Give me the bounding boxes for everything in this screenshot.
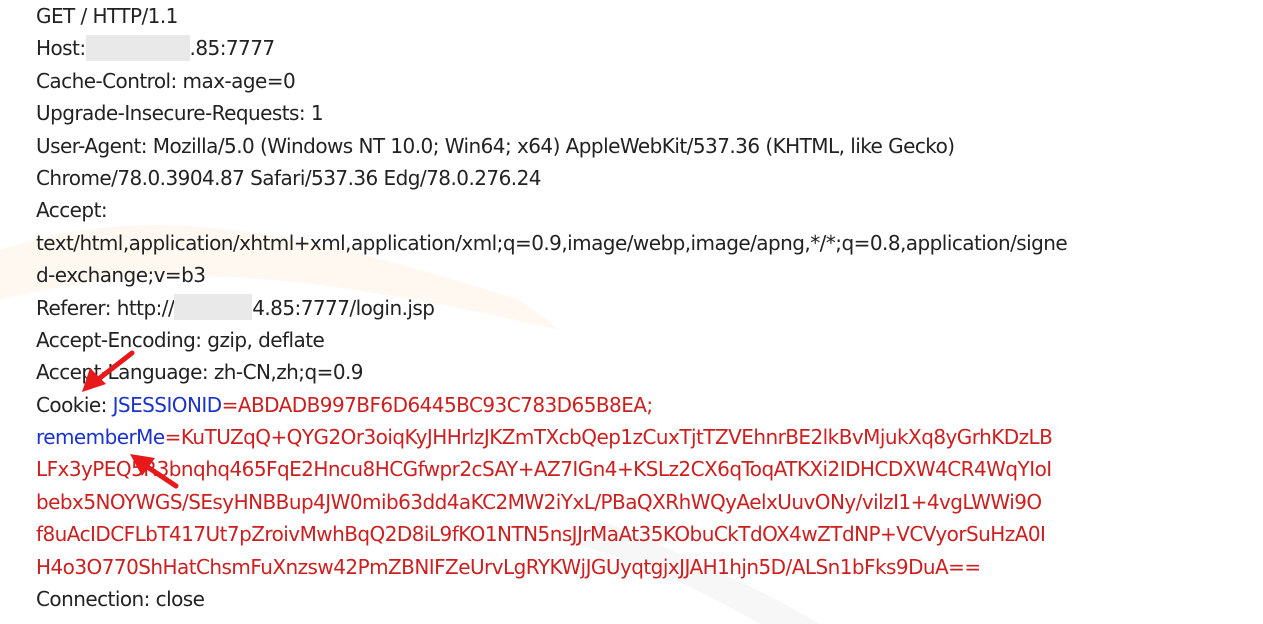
referer-header: Referer: http:// 4.85:7777/login.jsp — [36, 292, 1186, 324]
rememberme-name: rememberMe — [36, 425, 165, 450]
upgrade-insecure-header: Upgrade-Insecure-Requests: 1 — [36, 101, 324, 126]
user-agent-header: User-Agent: Mozilla/5.0 (Windows NT 10.0… — [36, 133, 955, 158]
referer-key: Referer: http:// — [36, 295, 175, 320]
accept-encoding-header: Accept-Encoding: gzip, deflate — [36, 327, 325, 352]
cache-control-header: Cache-Control: max-age=0 — [36, 68, 296, 93]
connection-header: Connection: close — [36, 587, 205, 612]
referer-value: 4.85:7777/login.jsp — [252, 295, 435, 320]
rememberme-value-continuation: f8uAcIDCFLbT417Ut7pZroivMwhBqQ2D8iL9fKO1… — [36, 522, 1046, 547]
user-agent-continuation: Chrome/78.0.3904.87 Safari/537.36 Edg/78… — [36, 165, 541, 190]
rememberme-value: =KuTUZqQ+QYG2Or3oiqKyJHHrlzJKZmTXcbQep1z… — [164, 425, 1053, 450]
rememberme-value-continuation: H4o3O770ShHatChsmFuXnzsw42PmZBNIFZeUrvLg… — [36, 554, 981, 579]
http-request: GET / HTTP/1.1 Host: .85:7777 Cache-Contr… — [36, 0, 1186, 615]
jsessionid-name: JSESSIONID — [112, 392, 223, 417]
accept-value-continuation: d-exchange;v=b3 — [36, 263, 206, 288]
accept-header: Accept: — [36, 198, 108, 223]
host-key: Host: — [36, 36, 86, 61]
accept-language-header: Accept-Language: zh-CN,zh;q=0.9 — [36, 360, 364, 385]
cookie-key: Cookie: — [36, 392, 113, 417]
host-header: Host: .85:7777 — [36, 32, 1186, 64]
host-value: .85:7777 — [189, 36, 276, 61]
redacted-ip — [85, 34, 190, 61]
redacted-ip — [174, 294, 253, 321]
accept-value: text/html,application/xhtml+xml,applicat… — [36, 230, 1068, 255]
rememberme-cookie: rememberMe=KuTUZqQ+QYG2Or3oiqKyJHHrlzJKZ… — [36, 421, 1186, 453]
request-line: GET / HTTP/1.1 — [36, 4, 178, 28]
rememberme-value-continuation: bebx5NOYWGS/SEsyHNBBup4JW0mib63dd4aKC2MW… — [36, 489, 1042, 514]
jsessionid-value: =ABDADB997BF6D6445BC93C783D65B8EA; — [221, 392, 654, 417]
cookie-header: Cookie: JSESSIONID=ABDADB997BF6D6445BC93… — [36, 389, 1186, 421]
rememberme-value-continuation: LFx3yPEQ5R3bnqhq465FqE2Hncu8HCGfwpr2cSAY… — [36, 457, 1052, 482]
